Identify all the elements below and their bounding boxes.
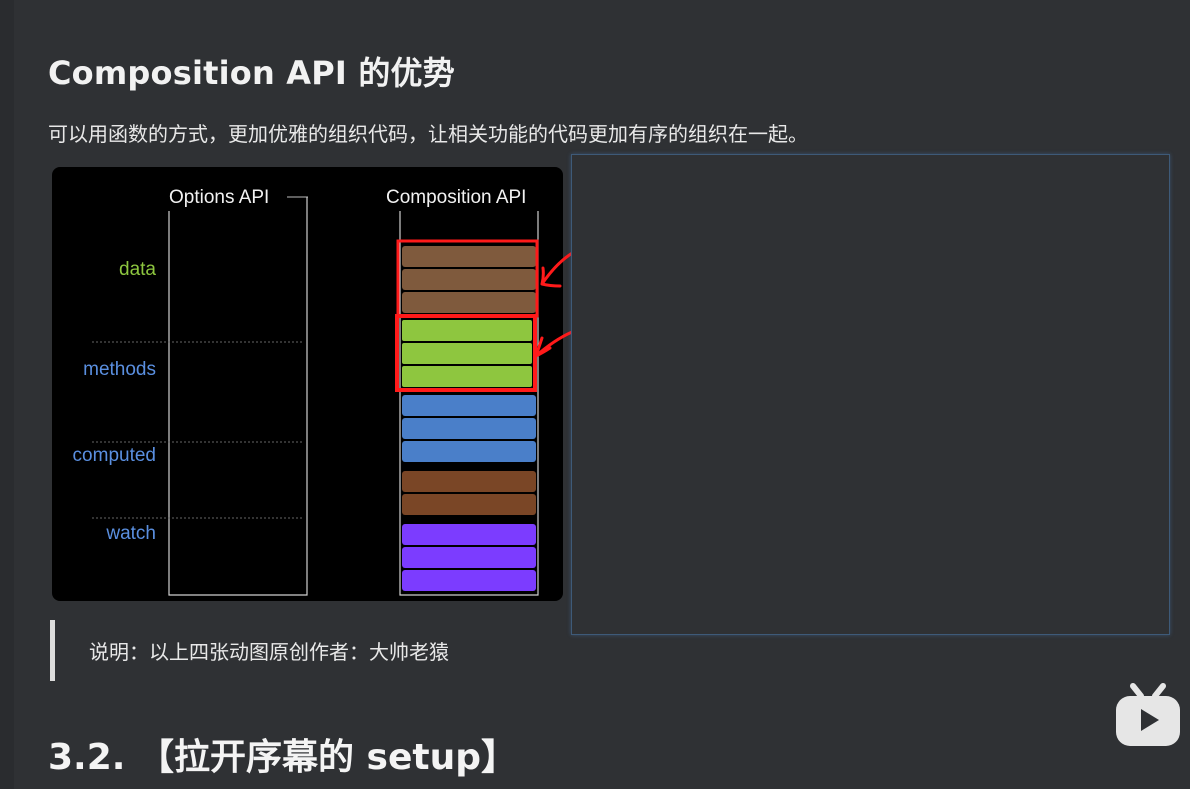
row-label-data: data bbox=[119, 259, 156, 280]
block-watch-2 bbox=[402, 547, 536, 568]
attribution-quote: 说明：以上四张动图原创作者：大帅老猿 bbox=[50, 620, 449, 681]
block-data-2 bbox=[402, 269, 536, 290]
row-label-watch: watch bbox=[105, 523, 156, 544]
embedded-animation-frame bbox=[571, 154, 1170, 635]
options-column bbox=[168, 197, 308, 596]
block-computed-2 bbox=[402, 418, 536, 439]
section-description: 可以用函数的方式，更加优雅的组织代码，让相关功能的代码更加有序的组织在一起。 bbox=[48, 122, 808, 146]
block-data-3 bbox=[402, 292, 536, 313]
composition-api-label: Composition API bbox=[386, 187, 526, 208]
block-computed-3 bbox=[402, 441, 536, 462]
arrow-methods-icon bbox=[534, 330, 574, 358]
block-methods-3 bbox=[402, 366, 532, 387]
attribution-text: 说明：以上四张动图原创作者：大帅老猿 bbox=[89, 640, 449, 664]
section-heading: Composition API 的优势 bbox=[48, 54, 455, 92]
row-label-methods: methods bbox=[83, 359, 156, 380]
bilibili-tv-icon[interactable] bbox=[1113, 682, 1183, 748]
block-extra-1 bbox=[402, 471, 536, 492]
block-methods-2 bbox=[402, 343, 532, 364]
block-watch-1 bbox=[402, 524, 536, 545]
options-vs-composition-figure: Options API Composition API data methods… bbox=[52, 167, 563, 601]
block-data-1 bbox=[402, 246, 536, 267]
row-label-computed: computed bbox=[73, 445, 156, 466]
arrow-data-icon bbox=[540, 250, 576, 288]
block-extra-2 bbox=[402, 494, 536, 515]
page-left-gutter bbox=[0, 0, 14, 789]
block-computed-1 bbox=[402, 395, 536, 416]
options-api-label: Options API bbox=[169, 187, 269, 208]
comparison-diagram: Options API Composition API data methods… bbox=[73, 187, 539, 596]
block-watch-3 bbox=[402, 570, 536, 591]
next-section-heading: 3.2. 【拉开序幕的 setup】 bbox=[48, 737, 517, 778]
block-methods-1 bbox=[402, 320, 532, 341]
